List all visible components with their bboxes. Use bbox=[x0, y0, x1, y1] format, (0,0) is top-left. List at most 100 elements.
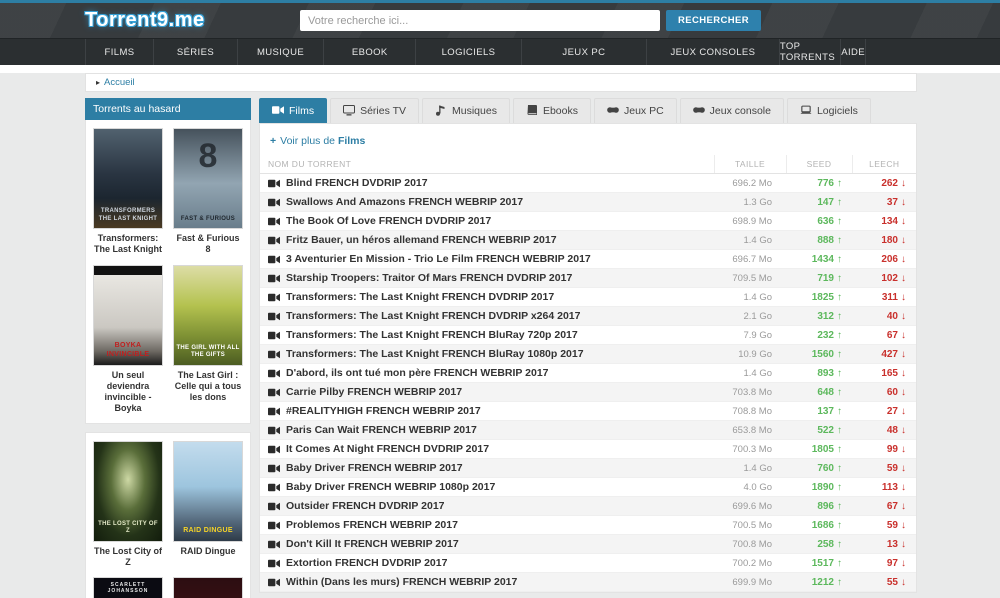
torrent-name: Transformers: The Last Knight FRENCH Blu… bbox=[286, 329, 578, 341]
film-icon bbox=[268, 350, 280, 359]
leech-down-arrow-icon: ↓ bbox=[901, 368, 906, 379]
torrent-link[interactable]: Fritz Bauer, un héros allemand FRENCH WE… bbox=[268, 234, 706, 246]
film-icon bbox=[268, 521, 280, 530]
torrent-leech: 37↓ bbox=[852, 193, 916, 212]
category-tab[interactable]: Jeux PC bbox=[594, 98, 677, 123]
torrent-link[interactable]: Transformers: The Last Knight FRENCH DVD… bbox=[268, 291, 706, 303]
torrent-seed: 147↑ bbox=[786, 193, 852, 212]
torrent-size: 700.5 Mo bbox=[714, 516, 786, 535]
tab-label: Ebooks bbox=[543, 105, 578, 117]
nav-item[interactable]: MUSIQUE bbox=[237, 39, 323, 65]
torrent-link[interactable]: Transformers: The Last Knight FRENCH Blu… bbox=[268, 329, 706, 341]
torrent-link[interactable]: Baby Driver FRENCH WEBRIP 2017 bbox=[268, 462, 706, 474]
nav-item[interactable]: FILMS bbox=[85, 39, 153, 65]
category-tab[interactable]: Films bbox=[259, 98, 327, 123]
seed-up-arrow-icon: ↑ bbox=[837, 197, 842, 208]
torrent-leech: 206↓ bbox=[852, 250, 916, 269]
torrent-name: Extortion FRENCH DVDRIP 2017 bbox=[286, 557, 447, 569]
category-tab[interactable]: Musiques bbox=[422, 98, 510, 123]
search-input[interactable] bbox=[300, 10, 660, 31]
torrent-link[interactable]: #REALITYHIGH FRENCH WEBRIP 2017 bbox=[268, 405, 706, 417]
nav-item[interactable]: AIDE bbox=[840, 39, 866, 65]
site-logo[interactable]: Torrent9.me bbox=[85, 9, 205, 32]
movie-poster[interactable]: RAID DINGUE RAID Dingue bbox=[173, 441, 243, 569]
category-tab[interactable]: Logiciels bbox=[787, 98, 871, 123]
film-icon bbox=[268, 293, 280, 302]
seed-up-arrow-icon: ↑ bbox=[837, 254, 842, 265]
category-tab[interactable]: Séries TV bbox=[330, 98, 419, 123]
torrent-seed: 719↑ bbox=[786, 269, 852, 288]
torrent-link[interactable]: The Book Of Love FRENCH DVDRIP 2017 bbox=[268, 215, 706, 227]
torrent-link[interactable]: Paris Can Wait FRENCH WEBRIP 2017 bbox=[268, 424, 706, 436]
tab-label: Films bbox=[289, 105, 314, 117]
seed-up-arrow-icon: ↑ bbox=[837, 520, 842, 531]
music-icon bbox=[435, 104, 447, 119]
torrent-seed: 1434↑ bbox=[786, 250, 852, 269]
nav-item[interactable]: JEUX PC bbox=[521, 39, 646, 65]
movie-poster[interactable]: THE LOST CITY OF Z The Lost City of Z bbox=[93, 441, 163, 569]
torrent-link[interactable]: Transformers: The Last Knight FRENCH DVD… bbox=[268, 310, 706, 322]
film-icon bbox=[268, 445, 280, 454]
torrent-name: Transformers: The Last Knight FRENCH DVD… bbox=[286, 291, 554, 303]
table-row: #REALITYHIGH FRENCH WEBRIP 2017 708.8 Mo… bbox=[260, 402, 916, 421]
torrent-link[interactable]: Blind FRENCH DVDRIP 2017 bbox=[268, 177, 706, 189]
category-tab[interactable]: Jeux console bbox=[680, 98, 784, 123]
torrent-link[interactable]: D'abord, ils ont tué mon père FRENCH WEB… bbox=[268, 367, 706, 379]
see-more-films-link[interactable]: +Voir plus de Films bbox=[260, 132, 916, 155]
tab-label: Jeux console bbox=[710, 105, 771, 117]
leech-down-arrow-icon: ↓ bbox=[901, 463, 906, 474]
torrent-link[interactable]: Problemos FRENCH WEBRIP 2017 bbox=[268, 519, 706, 531]
movie-poster[interactable]: TRANSFORMERS THE LAST KNIGHT Transformer… bbox=[93, 128, 163, 256]
torrent-link[interactable]: It Comes At Night FRENCH DVDRIP 2017 bbox=[268, 443, 706, 455]
leech-down-arrow-icon: ↓ bbox=[901, 387, 906, 398]
torrent-size: 700.8 Mo bbox=[714, 535, 786, 554]
main-content: Films Séries TV Musiques Ebooks bbox=[259, 98, 917, 593]
torrent-leech: 99↓ bbox=[852, 440, 916, 459]
torrent-leech: 165↓ bbox=[852, 364, 916, 383]
movie-poster[interactable]: THE GIRL WITH ALL THE GIFTS The Last Gir… bbox=[173, 265, 243, 415]
movie-poster[interactable]: SCARLETT JOHANSSON bbox=[93, 577, 163, 598]
movie-poster[interactable]: 8 FAST & FURIOUS Fast & Furious 8 bbox=[173, 128, 243, 256]
torrent-link[interactable]: Outsider FRENCH DVDRIP 2017 bbox=[268, 500, 706, 512]
torrent-table: NOM DU TORRENT TAILLE SEED LEECH bbox=[260, 155, 916, 592]
torrent-link[interactable]: Transformers: The Last Knight FRENCH Blu… bbox=[268, 348, 706, 360]
search-button[interactable]: RECHERCHER bbox=[666, 10, 761, 31]
torrent-link[interactable]: 3 Aventurier En Mission - Trio Le Film F… bbox=[268, 253, 706, 265]
torrent-link[interactable]: Within (Dans les murs) FRENCH WEBRIP 201… bbox=[268, 576, 706, 588]
leech-down-arrow-icon: ↓ bbox=[901, 425, 906, 436]
gamepad-icon bbox=[607, 104, 619, 119]
nav-item[interactable]: SÉRIES bbox=[153, 39, 237, 65]
film-icon bbox=[268, 578, 280, 587]
torrent-link[interactable]: Extortion FRENCH DVDRIP 2017 bbox=[268, 557, 706, 569]
film-icon bbox=[268, 274, 280, 283]
see-more-text: Voir plus de bbox=[280, 135, 335, 147]
torrent-size: 4.0 Go bbox=[714, 478, 786, 497]
torrent-link[interactable]: Carrie Pilby FRENCH WEBRIP 2017 bbox=[268, 386, 706, 398]
leech-down-arrow-icon: ↓ bbox=[901, 254, 906, 265]
breadcrumb-home-link[interactable]: Accueil bbox=[104, 77, 135, 88]
torrent-seed: 776↑ bbox=[786, 174, 852, 193]
torrent-link[interactable]: Baby Driver FRENCH WEBRIP 1080p 2017 bbox=[268, 481, 706, 493]
torrent-seed: 1560↑ bbox=[786, 345, 852, 364]
seed-up-arrow-icon: ↑ bbox=[837, 178, 842, 189]
torrent-leech: 48↓ bbox=[852, 421, 916, 440]
poster-caption: The Lost City of Z bbox=[93, 546, 163, 569]
torrent-link[interactable]: Swallows And Amazons FRENCH WEBRIP 2017 bbox=[268, 196, 706, 208]
nav-item[interactable]: EBOOK bbox=[323, 39, 415, 65]
breadcrumb: ▸Accueil bbox=[85, 73, 917, 92]
nav-item[interactable]: LOGICIELS bbox=[415, 39, 520, 65]
leech-down-arrow-icon: ↓ bbox=[901, 216, 906, 227]
torrent-name: 3 Aventurier En Mission - Trio Le Film F… bbox=[286, 253, 591, 265]
movie-poster[interactable]: BOYKA INVINCIBLE Un seul deviendra invin… bbox=[93, 265, 163, 415]
category-tab[interactable]: Ebooks bbox=[513, 98, 591, 123]
book-icon bbox=[526, 104, 538, 119]
torrent-seed: 312↑ bbox=[786, 307, 852, 326]
torrent-name: D'abord, ils ont tué mon père FRENCH WEB… bbox=[286, 367, 549, 379]
nav-item[interactable]: TOP TORRENTS bbox=[779, 39, 840, 65]
torrent-name: Baby Driver FRENCH WEBRIP 2017 bbox=[286, 462, 463, 474]
movie-poster[interactable] bbox=[173, 577, 243, 598]
torrent-link[interactable]: Starship Troopers: Traitor Of Mars FRENC… bbox=[268, 272, 706, 284]
nav-item[interactable]: JEUX CONSOLES bbox=[646, 39, 779, 65]
torrent-link[interactable]: Don't Kill It FRENCH WEBRIP 2017 bbox=[268, 538, 706, 550]
see-more-category: Films bbox=[338, 135, 365, 147]
